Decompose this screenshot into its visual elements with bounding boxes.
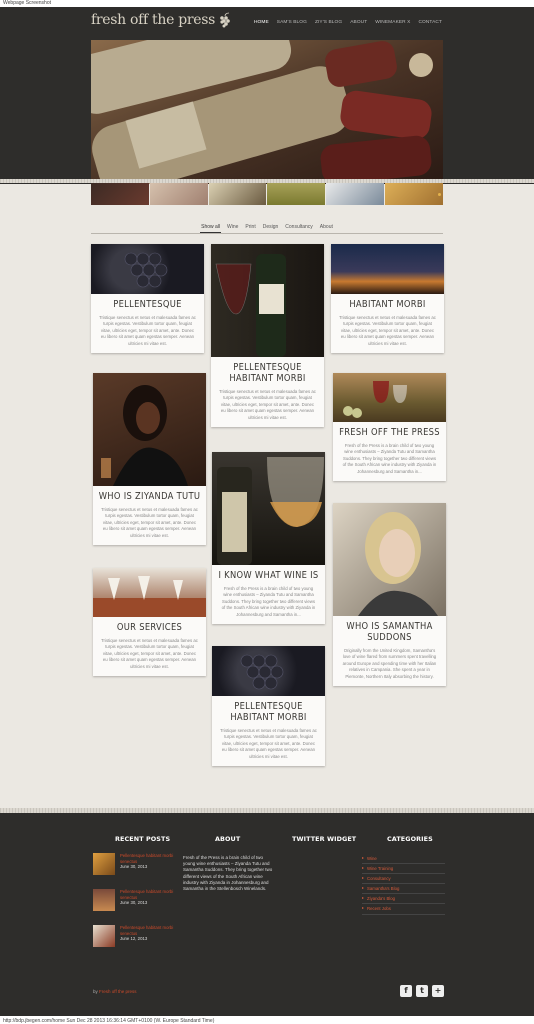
card-image xyxy=(91,244,204,294)
footer-about-text: Fresh of the Press is a brain child of t… xyxy=(183,855,273,892)
portfolio-card[interactable]: WHO IS ZIYANDA TUTU Tristique senectus e… xyxy=(93,373,206,546)
logo-text: fresh off the press xyxy=(91,12,216,28)
card-title: PELLENTESQUE xyxy=(113,299,182,310)
woman-portrait-photo xyxy=(101,385,188,486)
filter-about[interactable]: About xyxy=(319,224,334,233)
browser-caption-top: Webpage Screenshot xyxy=(3,0,51,6)
post-date: June 12, 2013 xyxy=(120,936,148,941)
category-link[interactable]: Consultancy xyxy=(362,874,445,885)
footer-heading-about: ABOUT xyxy=(215,835,241,843)
filter-design[interactable]: Design xyxy=(262,224,280,233)
card-excerpt: Fresh of the Press is a brain child of t… xyxy=(342,443,437,474)
main-nav: HOME SAM'S BLOG ZIY'S BLOG ABOUT WINEMAK… xyxy=(254,20,442,25)
portfolio-filters: Show all Wine Print Design Consultancy A… xyxy=(91,224,443,234)
card-image xyxy=(211,244,324,357)
card-excerpt: Fresh of the Press is a brain child of t… xyxy=(221,586,316,617)
grapes-photo xyxy=(240,654,284,690)
portfolio-card[interactable]: PELLENTESQUE HABITANT MORBI Tristique se… xyxy=(212,646,325,767)
category-link[interactable]: Wine xyxy=(362,854,445,865)
plus-icon[interactable]: + xyxy=(432,985,444,997)
nav-home[interactable]: HOME xyxy=(254,20,269,25)
slider-dot[interactable] xyxy=(438,193,441,196)
footer-byline: by Fresh off the press xyxy=(93,989,136,994)
post-date: June 30, 2013 xyxy=(120,864,148,869)
card-excerpt: Tristique senectus et netus et malesuada… xyxy=(220,728,317,759)
category-link[interactable]: Samantha's Blog xyxy=(362,884,445,895)
nav-about[interactable]: ABOUT xyxy=(350,20,367,25)
card-excerpt: Tristique senectus et netus et malesuada… xyxy=(101,507,198,538)
page: fresh off the press HOME SAM'S BLOG ZIY'… xyxy=(0,7,534,1016)
category-link[interactable]: Recent Jobs xyxy=(362,904,445,915)
portfolio-card[interactable]: HABITANT MORBI Tristique senectus et net… xyxy=(331,244,444,354)
byline-link[interactable]: Fresh off the press xyxy=(99,989,136,994)
card-title: OUR SERVICES xyxy=(116,622,183,633)
nav-sams-blog[interactable]: SAM'S BLOG xyxy=(277,20,307,25)
recent-post[interactable]: Pellentesque habitant morbi senectus Jun… xyxy=(93,925,183,947)
card-image xyxy=(331,244,444,294)
card-excerpt: Tristique senectus et netus et malesuada… xyxy=(99,315,196,346)
woman-portrait-photo xyxy=(358,512,438,616)
wine-bottle-photo xyxy=(215,254,286,357)
card-image xyxy=(212,452,325,565)
byline-prefix: by xyxy=(93,989,98,994)
post-date: June 30, 2013 xyxy=(120,900,148,905)
footer-heading-twitter: TWITTER WIDGET xyxy=(292,835,357,843)
card-excerpt: Tristique senectus et netus et malesuada… xyxy=(101,638,198,669)
divider-stripe xyxy=(0,179,534,183)
twitter-icon[interactable]: t xyxy=(416,985,428,997)
grapes-photo xyxy=(124,252,168,288)
card-title: FRESH OFF THE PRESS xyxy=(339,427,440,438)
post-thumbnail xyxy=(93,925,115,947)
card-title: I KNOW WHAT WINE IS xyxy=(218,570,319,581)
portfolio-card[interactable]: PELLENTESQUE HABITANT MORBI Tristique se… xyxy=(211,244,324,428)
nav-winemaker-x[interactable]: WINEMAKER X xyxy=(375,20,410,25)
footer xyxy=(0,813,534,1016)
category-link[interactable]: Wine Training xyxy=(362,864,445,875)
card-title: HABITANT MORBI xyxy=(349,299,426,310)
grapes-and-glasses-photo xyxy=(343,381,407,418)
card-title: PELLENTESQUE HABITANT MORBI xyxy=(229,362,306,384)
filter-show-all[interactable]: Show all xyxy=(200,224,222,233)
post-thumbnail xyxy=(93,853,115,875)
portfolio-card[interactable]: FRESH OFF THE PRESS Fresh of the Press i… xyxy=(333,373,446,482)
card-title: WHO IS ZIYANDA TUTU xyxy=(98,491,201,502)
card-excerpt: Tristique senectus et netus et malesuada… xyxy=(339,315,436,346)
facebook-icon[interactable]: f xyxy=(400,985,412,997)
grapes-icon xyxy=(220,12,231,28)
filter-print[interactable]: Print xyxy=(244,224,256,233)
card-excerpt: Originally from the United Kingdom, Sama… xyxy=(342,648,437,679)
wine-glass-photo xyxy=(217,457,324,565)
portfolio-card[interactable]: WHO IS SAMANTHA SUDDONS Originally from … xyxy=(333,503,446,687)
nav-ziys-blog[interactable]: ZIY'S BLOG xyxy=(315,20,342,25)
card-excerpt: Tristique senectus et netus et malesuada… xyxy=(219,389,316,420)
card-image xyxy=(93,568,206,617)
card-title: WHO IS SAMANTHA SUDDONS xyxy=(346,621,433,643)
nav-contact[interactable]: CONTACT xyxy=(418,20,442,25)
recent-post[interactable]: Pellentesque habitant morbi senectus Jun… xyxy=(93,853,183,875)
category-link[interactable]: Ziyanda's Blog xyxy=(362,894,445,905)
card-image xyxy=(333,503,446,616)
site-logo[interactable]: fresh off the press xyxy=(91,12,231,28)
browser-caption-bottom: http://bdp.jbegen.com/home Sun Dec 28 20… xyxy=(3,1018,215,1024)
recent-post[interactable]: Pellentesque habitant morbi senectus Jun… xyxy=(93,889,183,911)
portfolio-card[interactable]: I KNOW WHAT WINE IS Fresh of the Press i… xyxy=(212,452,325,625)
card-title: PELLENTESQUE HABITANT MORBI xyxy=(230,701,307,723)
footer-heading-categories: CATEGORIES xyxy=(387,835,433,843)
footer-heading-recent: RECENT POSTS xyxy=(115,835,171,843)
post-thumbnail xyxy=(93,889,115,911)
card-image xyxy=(212,646,325,696)
card-image xyxy=(333,373,446,422)
filter-wine[interactable]: Wine xyxy=(226,224,239,233)
card-image xyxy=(93,373,206,486)
restaurant-table-photo xyxy=(93,576,206,617)
portfolio-card[interactable]: PELLENTESQUE Tristique senectus et netus… xyxy=(91,244,204,354)
filter-consultancy[interactable]: Consultancy xyxy=(284,224,314,233)
portfolio-card[interactable]: OUR SERVICES Tristique senectus et netus… xyxy=(93,568,206,677)
category-list: Wine Wine Training Consultancy Samantha'… xyxy=(362,854,445,915)
hero-slide-image[interactable] xyxy=(91,40,443,184)
